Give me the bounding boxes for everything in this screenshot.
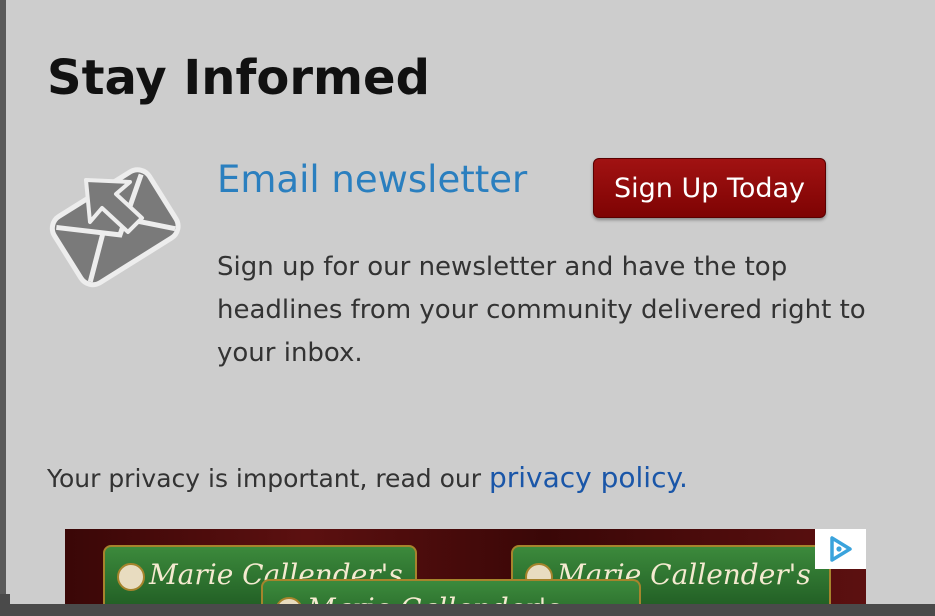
adchoices-icon[interactable] xyxy=(815,529,866,569)
bottom-toolbar xyxy=(0,594,935,616)
newsletter-description: Sign up for our newsletter and have the … xyxy=(217,252,866,368)
envelope-icon xyxy=(46,160,188,296)
section-title: Stay Informed xyxy=(47,50,430,106)
ad-product-box-center: Marie Callender's xyxy=(261,579,641,605)
advertisement-banner[interactable]: Marie Callender's Marie Callender's Mari… xyxy=(65,529,866,605)
privacy-text: Your privacy is important, read our xyxy=(47,464,481,493)
email-newsletter-link[interactable]: Email newsletter xyxy=(217,158,527,201)
bottom-toolbar-notch xyxy=(0,594,10,616)
privacy-policy-link[interactable]: privacy policy. xyxy=(489,461,688,494)
page-left-border xyxy=(0,0,6,616)
ad-seal-icon xyxy=(117,562,145,591)
sign-up-button[interactable]: Sign Up Today xyxy=(593,158,826,218)
privacy-notice: Your privacy is important, read our priv… xyxy=(47,461,688,494)
